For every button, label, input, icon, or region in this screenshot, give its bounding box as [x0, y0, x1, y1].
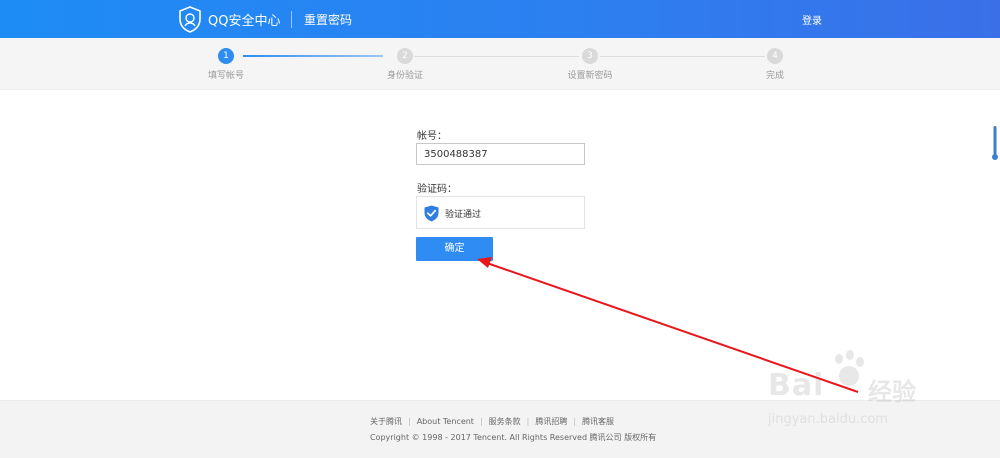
step-4: 4 完成 — [735, 48, 815, 81]
step-label: 完成 — [765, 71, 784, 81]
captcha-label: 验证码： — [417, 184, 457, 195]
step-number: 4 — [767, 48, 783, 64]
footer-link-terms[interactable]: 服务条款 — [489, 417, 521, 426]
header-divider — [291, 11, 292, 28]
watermark-cn: 经验 — [868, 378, 916, 406]
step-1: 1 填写帐号 — [186, 48, 266, 81]
step-label: 设置新密码 — [567, 71, 613, 81]
step-label: 身份验证 — [386, 71, 423, 81]
paw-icon — [835, 350, 864, 386]
account-input[interactable] — [416, 143, 585, 165]
confirm-button[interactable]: 确定 — [416, 237, 493, 261]
step-number: 1 — [218, 48, 234, 64]
watermark-brand: Bai — [768, 368, 825, 403]
scrollbar-handle[interactable] — [992, 126, 998, 161]
step-3: 3 设置新密码 — [550, 48, 630, 81]
copyright-text: Copyright © 1998 - 2017 Tencent. All Rig… — [370, 433, 657, 442]
step-number: 3 — [582, 48, 598, 64]
top-header: QQ安全中心 重置密码 登录 — [0, 0, 1000, 38]
site-title[interactable]: QQ安全中心 — [208, 10, 280, 29]
progress-steps — [0, 38, 1000, 90]
captcha-verified-box[interactable]: 验证通过 — [416, 196, 585, 229]
step-label: 填写帐号 — [207, 71, 244, 81]
watermark-url: jingyan.baidu.com — [768, 412, 888, 427]
footer-links: 关于腾讯 | About Tencent | 服务条款 | 腾讯招聘 | 腾讯客服 — [370, 417, 615, 426]
footer-link-about[interactable]: 关于腾讯 — [370, 417, 402, 426]
shield-logo-icon — [179, 6, 201, 33]
step-2: 2 身份验证 — [365, 48, 445, 81]
page-title: 重置密码 — [304, 13, 353, 27]
login-link[interactable]: 登录 — [802, 12, 822, 27]
account-label: 帐号： — [417, 131, 447, 142]
footer-link-about-en[interactable]: About Tencent — [417, 417, 474, 426]
footer-link-support[interactable]: 腾讯客服 — [582, 417, 614, 426]
shield-check-icon — [424, 205, 439, 222]
footer-link-jobs[interactable]: 腾讯招聘 — [535, 417, 567, 426]
captcha-status: 验证通过 — [445, 210, 482, 220]
baidu-jingyan-watermark: Bai 经验 jingyan.baidu.com — [768, 350, 948, 440]
step-number: 2 — [397, 48, 413, 64]
